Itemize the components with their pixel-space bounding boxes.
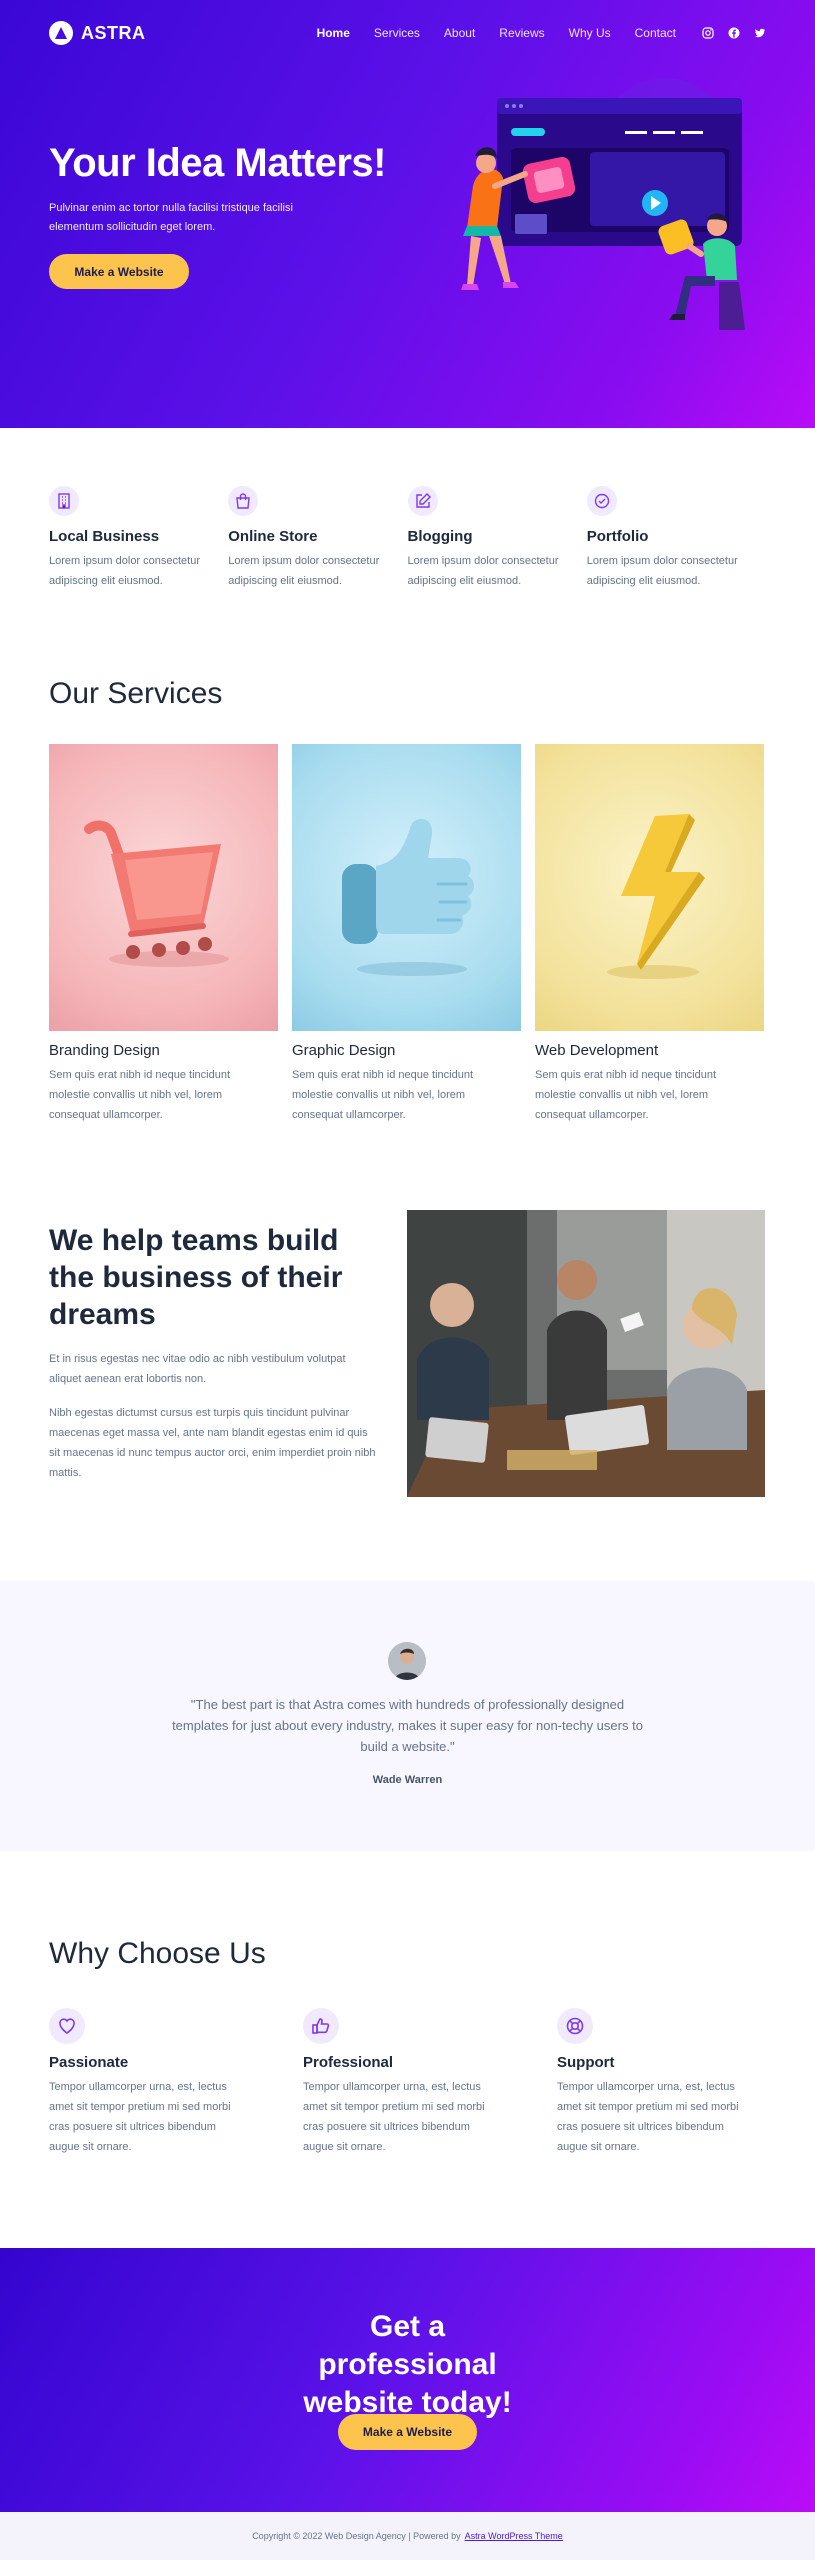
service-card-graphic[interactable]: Graphic Design Sem quis erat nibh id neq… — [292, 744, 521, 1125]
nav-why-us[interactable]: Why Us — [569, 26, 611, 40]
why-professional: Professional Tempor ullamcorper urna, es… — [303, 2008, 557, 2157]
service-text: Sem quis erat nibh id neque tincidunt mo… — [535, 1069, 717, 1121]
service-text: Sem quis erat nibh id neque tincidunt mo… — [292, 1069, 474, 1121]
hero-text: Pulvinar enim ac tortor nulla facilisi t… — [49, 202, 293, 233]
service-title: Graphic Design — [292, 1042, 396, 1059]
make-website-button[interactable]: Make a Website — [49, 254, 189, 289]
social-links — [702, 27, 766, 39]
feature-text: Lorem ipsum dolor consectetur adipiscing… — [407, 555, 559, 587]
why-title: Why Choose Us — [49, 1937, 266, 1970]
astra-logo-icon — [49, 21, 73, 45]
avatar — [388, 1642, 426, 1680]
service-text: Sem quis erat nibh id neque tincidunt mo… — [49, 1069, 231, 1121]
features-row: Local Business Lorem ipsum dolor consect… — [49, 486, 766, 591]
why-grid: Passionate Tempor ullamcorper urna, est,… — [49, 2008, 811, 2157]
edit-icon — [407, 486, 438, 516]
hero-section: ASTRA Home Services About Reviews Why Us… — [0, 0, 815, 428]
feature-text: Lorem ipsum dolor consectetur adipiscing… — [586, 555, 738, 587]
nav-about[interactable]: About — [444, 26, 475, 40]
teams-paragraph-1: Et in risus egestas nec vitae odio ac ni… — [49, 1353, 346, 1385]
shopping-cart-image — [49, 744, 278, 1031]
nav-services[interactable]: Services — [374, 26, 420, 40]
testimonial-author: Wade Warren — [372, 1774, 443, 1786]
nav-contact[interactable]: Contact — [635, 26, 676, 40]
feature-title: Local Business — [49, 528, 160, 545]
service-title: Branding Design — [49, 1042, 160, 1059]
feature-blogging: Blogging Lorem ipsum dolor consectetur a… — [407, 486, 587, 591]
cta-title: Get a professional website today! — [0, 2308, 815, 2422]
why-item-title: Professional — [303, 2054, 394, 2071]
teams-paragraph-2: Nibh egestas dictumst cursus est turpis … — [49, 1407, 376, 1479]
building-icon — [49, 486, 79, 516]
service-title: Web Development — [535, 1042, 659, 1059]
feature-title: Blogging — [407, 528, 473, 545]
top-nav: ASTRA Home Services About Reviews Why Us… — [49, 20, 766, 46]
hero-title: Your Idea Matters! — [49, 141, 387, 185]
feature-portfolio: Portfolio Lorem ipsum dolor consectetur … — [586, 486, 766, 591]
why-item-text: Tempor ullamcorper urna, est, lectus ame… — [557, 2081, 739, 2153]
feature-local-business: Local Business Lorem ipsum dolor consect… — [49, 486, 228, 591]
logo[interactable]: ASTRA — [49, 21, 146, 45]
cta-section: Get a professional website today! Make a… — [0, 2248, 815, 2512]
lightning-bolt-image — [535, 744, 764, 1031]
nav-home[interactable]: Home — [317, 26, 350, 40]
service-card-web[interactable]: Web Development Sem quis erat nibh id ne… — [535, 744, 764, 1125]
twitter-icon[interactable] — [754, 27, 766, 39]
main-menu: Home Services About Reviews Why Us Conta… — [317, 26, 676, 40]
lifebuoy-icon — [557, 2008, 593, 2044]
feature-title: Portfolio — [586, 528, 649, 545]
shopping-bag-icon — [228, 486, 259, 516]
team-meeting-photo — [407, 1210, 765, 1497]
why-item-title: Support — [557, 2054, 615, 2071]
teams-title: We help teams build the business of thei… — [49, 1224, 343, 1331]
hero-illustration — [461, 78, 745, 330]
testimonial-section: "The best part is that Astra comes with … — [0, 1581, 815, 1851]
footer: Copyright © 2022 Web Design Agency | Pow… — [0, 2512, 815, 2560]
facebook-icon[interactable] — [728, 27, 740, 39]
footer-theme-link[interactable]: Astra WordPress Theme — [465, 2531, 563, 2541]
check-badge-icon — [586, 486, 617, 516]
why-item-title: Passionate — [49, 2054, 129, 2071]
feature-online-store: Online Store Lorem ipsum dolor consectet… — [228, 486, 407, 591]
why-passionate: Passionate Tempor ullamcorper urna, est,… — [49, 2008, 303, 2157]
footer-copyright: Copyright © 2022 Web Design Agency | Pow… — [252, 2531, 461, 2541]
services-title: Our Services — [49, 677, 223, 710]
feature-text: Lorem ipsum dolor consectetur adipiscing… — [49, 555, 201, 587]
heart-icon — [49, 2008, 85, 2044]
feature-text: Lorem ipsum dolor consectetur adipiscing… — [228, 555, 380, 587]
logo-text: ASTRA — [81, 22, 146, 43]
why-item-text: Tempor ullamcorper urna, est, lectus ame… — [303, 2081, 485, 2153]
feature-title: Online Store — [228, 528, 318, 545]
testimonial-quote: "The best part is that Astra comes with … — [172, 1697, 643, 1754]
thumbs-up-icon — [303, 2008, 339, 2044]
cta-title-text: Get a professional website today! — [303, 2310, 512, 2419]
why-item-text: Tempor ullamcorper urna, est, lectus ame… — [49, 2081, 231, 2153]
thumbs-up-image — [292, 744, 521, 1031]
services-grid: Branding Design Sem quis erat nibh id ne… — [49, 744, 764, 1125]
instagram-icon[interactable] — [702, 27, 714, 39]
cta-make-website-button[interactable]: Make a Website — [338, 2414, 477, 2450]
why-support: Support Tempor ullamcorper urna, est, le… — [557, 2008, 811, 2157]
nav-reviews[interactable]: Reviews — [499, 26, 544, 40]
service-card-branding[interactable]: Branding Design Sem quis erat nibh id ne… — [49, 744, 278, 1125]
